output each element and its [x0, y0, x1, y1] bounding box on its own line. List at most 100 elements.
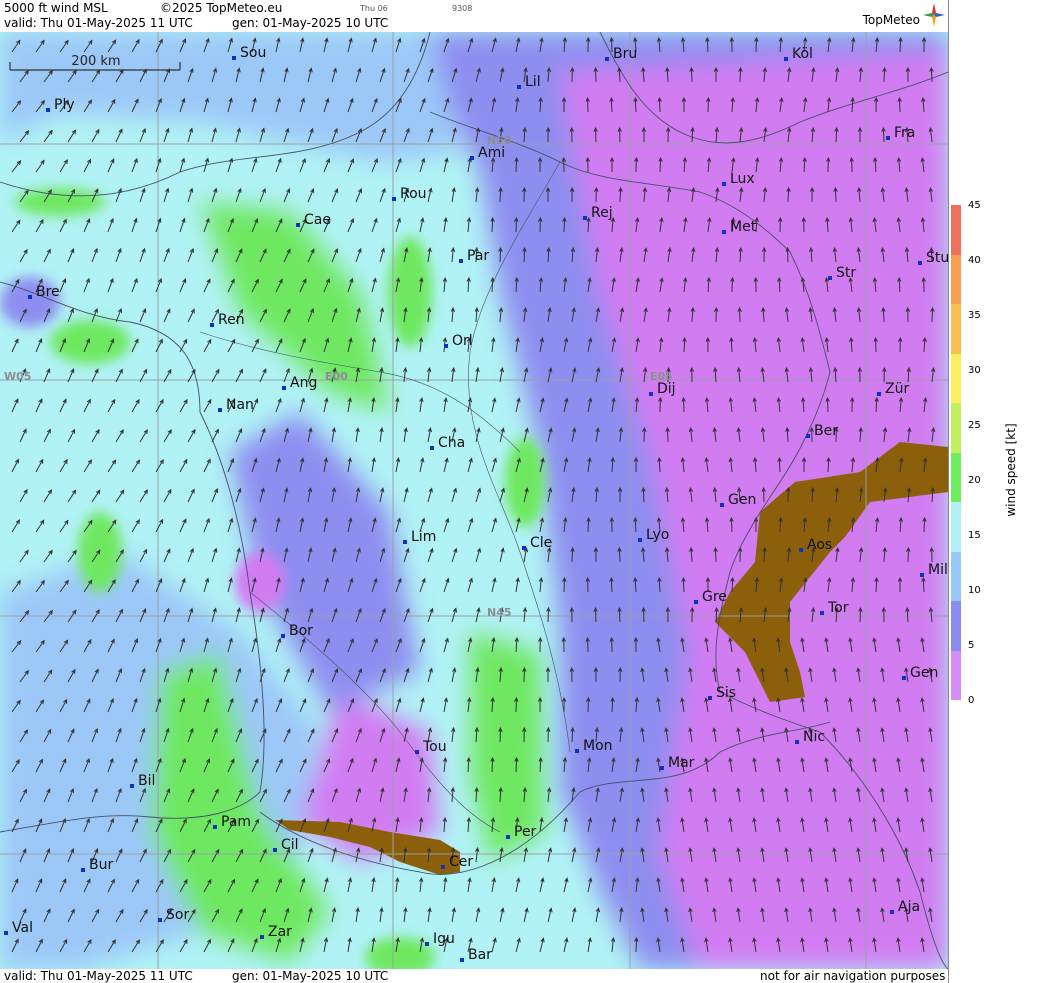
city-label: Sou: [240, 45, 266, 61]
legend-swatch: [951, 403, 961, 453]
city-marker: [784, 57, 788, 61]
city-label: Igu: [433, 931, 455, 947]
legend-swatch: [951, 254, 961, 304]
city-label: Ang: [290, 375, 317, 391]
city-label: Lyo: [646, 527, 669, 543]
city-label: Val: [12, 920, 33, 936]
legend-tick-label: 25: [968, 420, 981, 431]
wind-map[interactable]: N50 N45 W05 E00 E05 Sou Bru Köl Lil Ply Fra Ami Lux…: [0, 32, 948, 969]
city-label: Tor: [827, 600, 849, 616]
wind-speed-field: [0, 32, 948, 969]
city-label: Bor: [289, 623, 313, 639]
city-label: Ami: [478, 145, 505, 161]
city-marker: [828, 276, 832, 280]
city-label: Ber: [814, 423, 838, 439]
city-label: Cil: [281, 837, 299, 853]
city-label: Pam: [221, 814, 251, 830]
city-marker: [517, 85, 521, 89]
city-marker: [890, 910, 894, 914]
city-marker: [605, 57, 609, 61]
city-label: Bre: [36, 284, 60, 300]
city-label: Cer: [449, 854, 473, 870]
legend-swatch: [951, 205, 961, 255]
city-label: Par: [467, 248, 489, 264]
city-label: Gen: [910, 665, 938, 681]
city-marker: [444, 344, 448, 348]
city-label: Tou: [422, 739, 447, 755]
city-marker: [210, 323, 214, 327]
city-marker: [649, 392, 653, 396]
city-marker: [886, 136, 890, 140]
legend-tick-label: 45: [968, 200, 981, 211]
legend-colorbar: [951, 205, 961, 700]
city-marker: [260, 935, 264, 939]
city-label: Mon: [583, 738, 613, 754]
small-code: 9308: [452, 4, 473, 13]
city-marker: [694, 600, 698, 604]
legend-tick-label: 20: [968, 475, 981, 486]
legend-tick-label: 15: [968, 530, 981, 541]
brand-logo-text: TopMeteo: [862, 13, 920, 27]
city-label: Aja: [898, 899, 920, 915]
legend-title: wind speed [kt]: [1004, 423, 1018, 517]
city-label: Stu: [926, 250, 948, 266]
city-marker: [722, 230, 726, 234]
scale-bar-label: 200 km: [71, 54, 120, 69]
city-label: Str: [836, 265, 856, 281]
city-label: Zar: [268, 924, 292, 940]
city-label: Bar: [468, 947, 492, 963]
city-marker: [392, 197, 396, 201]
city-label: Mil: [928, 562, 948, 578]
city-label: Ply: [54, 97, 75, 113]
city-marker: [638, 538, 642, 542]
legend-swatch: [951, 502, 961, 552]
legend-tick-label: 30: [968, 365, 981, 376]
legend-swatch: [951, 601, 961, 651]
city-label: Bur: [89, 857, 113, 873]
city-marker: [470, 156, 474, 160]
copyright: ©2025 TopMeteo.eu: [160, 1, 283, 15]
header-bar: 5000 ft wind MSL ©2025 TopMeteo.eu Thu 0…: [0, 0, 948, 32]
legend-tick-label: 10: [968, 585, 981, 596]
grid-label: E00: [325, 370, 348, 383]
city-marker: [282, 386, 286, 390]
city-label: Nan: [226, 397, 254, 413]
city-marker: [820, 611, 824, 615]
city-label: Lux: [730, 171, 755, 187]
legend-swatch: [951, 304, 961, 354]
city-marker: [660, 766, 664, 770]
footer-bar: valid: Thu 01-May-2025 11 UTC gen: 01-Ma…: [0, 969, 948, 983]
city-marker: [403, 540, 407, 544]
city-label: Met: [730, 219, 757, 235]
legend-tick-label: 40: [968, 255, 981, 266]
city-marker: [720, 503, 724, 507]
city-label: Per: [514, 824, 537, 840]
city-marker: [877, 392, 881, 396]
city-marker: [130, 784, 134, 788]
footer-generated: gen: 01-May-2025 10 UTC: [232, 969, 389, 983]
grid-label: N45: [487, 606, 512, 619]
city-marker: [722, 182, 726, 186]
city-marker: [902, 676, 906, 680]
city-marker: [232, 56, 236, 60]
city-label: Cle: [530, 535, 552, 551]
city-label: Rej: [591, 205, 613, 221]
city-marker: [28, 295, 32, 299]
city-label: Gre: [702, 589, 727, 605]
strong-patch: [15, 188, 105, 216]
strong-patch: [388, 237, 432, 347]
city-marker: [506, 835, 510, 839]
wind-map-canvas: N50N45W05 E00 E05 Sou Bru KölLilPlyFraAmiLux…: [0, 32, 948, 969]
city-marker: [415, 750, 419, 754]
city-label: Sor: [166, 907, 189, 923]
city-marker: [795, 740, 799, 744]
city-label: Dij: [657, 381, 676, 397]
city-label: Orl: [452, 333, 473, 349]
city-label: Bil: [138, 773, 155, 789]
product-title: 5000 ft wind MSL: [4, 1, 108, 15]
city-marker: [918, 261, 922, 265]
color-legend: 45 40 35 30 25 20 15 10 5 0: [948, 0, 1039, 983]
city-label: Lim: [411, 529, 436, 545]
city-marker: [459, 259, 463, 263]
city-label: Aos: [807, 537, 832, 553]
